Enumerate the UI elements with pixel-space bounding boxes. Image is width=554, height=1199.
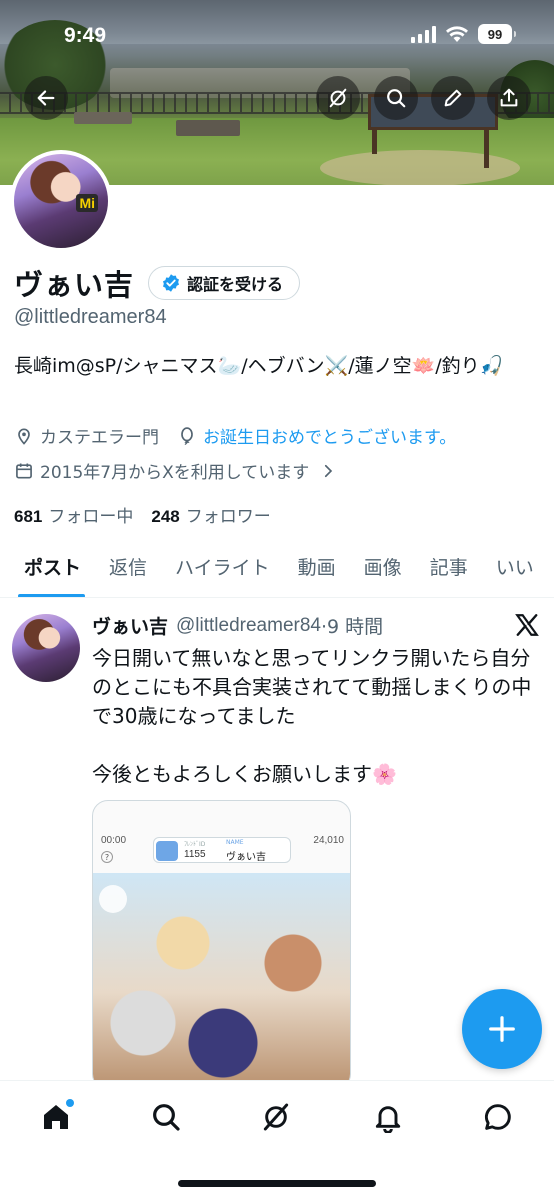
chat-bubble-icon — [484, 1104, 511, 1130]
search-icon — [387, 89, 406, 108]
player-name: ヴぁい吉 — [226, 852, 266, 863]
signboard-leg — [484, 128, 489, 168]
profile-name-row: ヴぁい吉 認証を受ける — [14, 262, 301, 304]
banner-bench — [74, 112, 132, 124]
search-button[interactable] — [374, 76, 418, 120]
profile-meta: カステエラー門 お誕生日おめでとうございます。 — [14, 423, 456, 448]
location: カステエラー門 — [14, 423, 159, 448]
joined-date[interactable]: 2015年7月からXを利用しています — [14, 458, 337, 483]
following-link[interactable]: 681 フォロー中 — [14, 502, 133, 527]
help-icon: ? — [101, 851, 113, 863]
share-button[interactable] — [487, 76, 531, 120]
verify-button-label: 認証を受ける — [187, 275, 284, 294]
tab-replies[interactable]: 返信 — [95, 536, 161, 597]
status-time: 9:49 — [64, 24, 107, 47]
nav-notifications[interactable] — [370, 1099, 406, 1135]
back-button[interactable] — [24, 76, 68, 120]
player-card: ﾌﾚﾝﾄﾞID 1155 NAME ヴぁい吉 — [153, 837, 291, 863]
calendar-icon — [16, 463, 32, 478]
arrow-left-icon — [37, 90, 55, 106]
banner-bench — [176, 120, 240, 136]
balloon-icon — [181, 426, 193, 445]
avatar-mi-logo: Mi — [76, 194, 98, 212]
nav-home[interactable] — [38, 1099, 74, 1135]
birthday-link[interactable]: お誕生日おめでとうございます。 — [203, 423, 456, 448]
follow-stats: 681 フォロー中 248 フォロワー — [14, 502, 271, 527]
status-icons: 99 — [411, 24, 516, 44]
birthday[interactable]: お誕生日おめでとうございます。 — [177, 423, 456, 448]
followers-count: 248 — [151, 507, 180, 526]
nav-search[interactable] — [148, 1099, 184, 1135]
nav-messages[interactable] — [480, 1099, 516, 1135]
grok-button[interactable] — [316, 76, 360, 120]
player-id: 1155 — [184, 849, 206, 860]
signboard-leg — [372, 128, 377, 154]
home-notification-dot — [66, 1099, 74, 1107]
battery-icon: 99 — [478, 24, 516, 44]
post-text-line: 今後ともよろしくお願いします🌸 — [92, 762, 397, 786]
following-count: 681 — [14, 507, 43, 526]
coin-count: 24,010 — [313, 835, 344, 846]
post-timestamp[interactable]: ·9 時間 — [321, 612, 383, 639]
grok-icon — [263, 1103, 289, 1131]
chevron-right-icon — [325, 464, 333, 477]
profile-bio: 長崎im@sP/シャニマス🦢/ヘブバン⚔️/蓮ノ空🪷/釣り🎣 — [14, 355, 504, 377]
player-name-label: NAME — [226, 839, 244, 846]
game-artwork — [93, 873, 350, 1089]
player-id-label: ﾌﾚﾝﾄﾞID — [184, 841, 206, 848]
tab-videos[interactable]: 動画 — [284, 536, 350, 597]
post-header: ヴぁい吉 @littledreamer84 ·9 時間 — [92, 612, 383, 639]
display-name: ヴぁい吉 — [14, 268, 135, 302]
home-indicator — [178, 1180, 376, 1187]
compose-post-button[interactable] — [462, 989, 542, 1069]
verified-badge-icon — [163, 274, 180, 292]
pencil-icon — [444, 89, 462, 107]
post-image[interactable]: 00:00 ? ﾌﾚﾝﾄﾞID 1155 NAME ヴぁい吉 24,010 — [92, 800, 351, 1090]
tab-highlights[interactable]: ハイライト — [161, 536, 284, 597]
tab-likes[interactable]: いい — [482, 536, 548, 597]
profile-handle: @littledreamer84 — [14, 306, 167, 328]
tab-photos[interactable]: 画像 — [350, 536, 416, 597]
get-verified-button[interactable]: 認証を受ける — [148, 266, 301, 300]
following-label: フォロー中 — [48, 507, 134, 527]
location-text: カステエラー門 — [40, 428, 159, 448]
search-icon — [153, 1104, 180, 1131]
post-body: 今日開いて無いなと思ってリンクラ開いたら自分のとこにも不具合実装されてて動揺しま… — [92, 644, 542, 789]
tab-posts[interactable]: ポスト — [0, 536, 95, 597]
tab-articles[interactable]: 記事 — [416, 536, 482, 597]
post-author-name[interactable]: ヴぁい吉 — [92, 612, 168, 639]
x-logo-icon — [515, 614, 539, 636]
post-text-line: 今日開いて無いなと思ってリンクラ開いたら自分のとこにも不具合実装されてて動揺しま… — [92, 646, 532, 728]
game-header-bar: 00:00 ? ﾌﾚﾝﾄﾞID 1155 NAME ヴぁい吉 24,010 — [93, 829, 350, 869]
nav-grok[interactable] — [258, 1099, 294, 1135]
share-icon — [500, 88, 518, 107]
plus-icon — [489, 1016, 515, 1042]
followers-label: フォロワー — [185, 507, 271, 527]
post-author-handle: @littledreamer84 — [176, 614, 321, 636]
grok-icon — [329, 88, 347, 108]
player-card-icon — [156, 841, 178, 861]
joined-text: 2015年7月からXを利用しています — [40, 463, 310, 483]
wifi-icon — [446, 26, 468, 42]
profile-tabs: ポスト 返信 ハイライト 動画 画像 記事 いい — [0, 536, 554, 598]
bell-icon — [375, 1106, 401, 1133]
settings-gear-icon — [99, 885, 127, 913]
cellular-signal-icon — [411, 25, 436, 43]
profile-avatar[interactable]: Mi — [10, 150, 112, 252]
banner-path — [320, 150, 520, 185]
followers-link[interactable]: 248 フォロワー — [151, 502, 270, 527]
game-time: 00:00 — [101, 835, 127, 846]
edit-button[interactable] — [431, 76, 475, 120]
location-pin-icon — [18, 428, 30, 445]
post-avatar[interactable] — [12, 614, 80, 682]
